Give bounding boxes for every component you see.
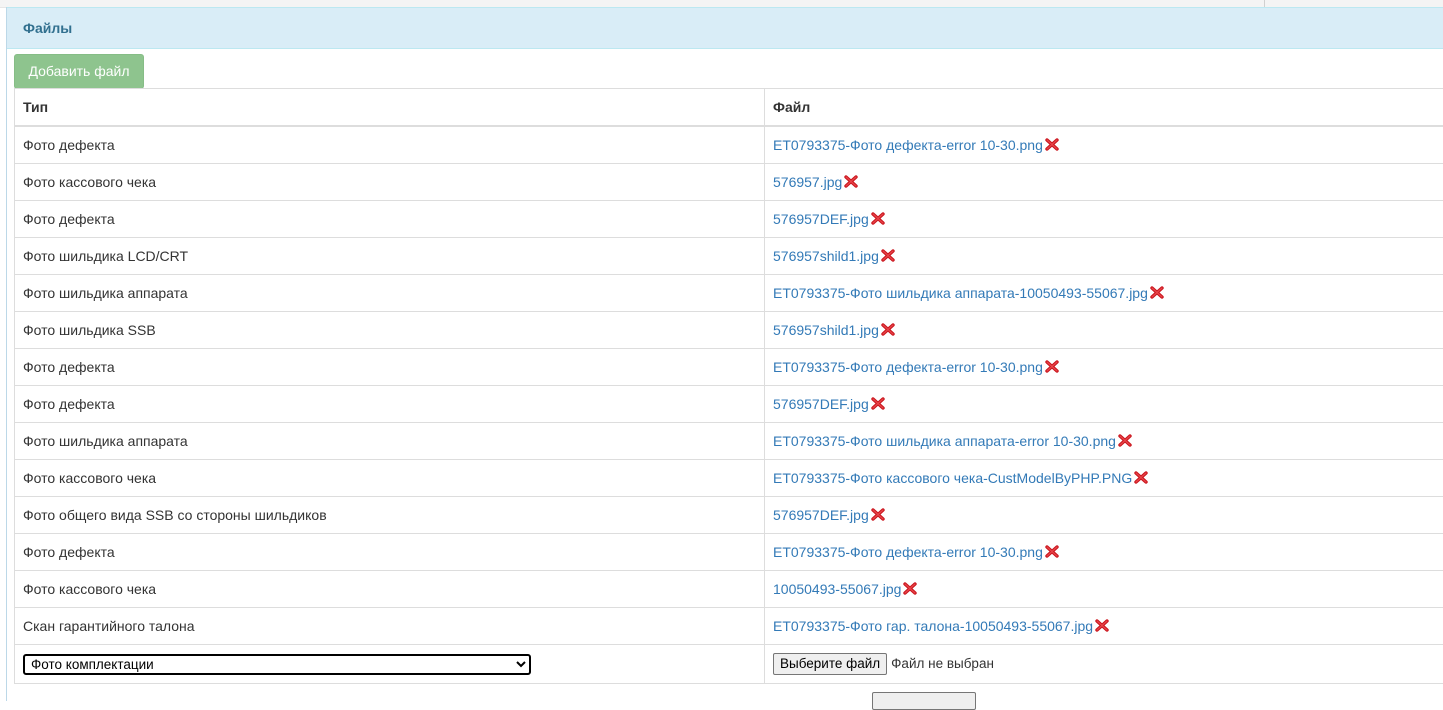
row-file-cell: ET0793375-Фото дефекта-error 10-30.png xyxy=(765,349,1443,386)
row-file-cell: 576957shild1.jpg xyxy=(765,238,1443,275)
delete-x-icon[interactable] xyxy=(1095,619,1109,635)
delete-x-icon[interactable] xyxy=(881,249,895,265)
row-file-cell: 10050493-55067.jpg xyxy=(765,571,1443,608)
row-type: Фото кассового чека xyxy=(15,460,765,497)
row-type: Фото кассового чека xyxy=(15,164,765,201)
row-file-cell: 576957DEF.jpg xyxy=(765,497,1443,534)
table-row: Фото дефекта 576957DEF.jpg xyxy=(15,201,1443,238)
table-row: Фото общего вида SSB со стороны шильдико… xyxy=(15,497,1443,534)
file-link[interactable]: 10050493-55067.jpg xyxy=(773,581,901,597)
file-link[interactable]: 576957DEF.jpg xyxy=(773,211,869,227)
panel-title: Файлы xyxy=(7,7,1443,49)
delete-x-icon[interactable] xyxy=(1150,286,1164,302)
table-row: Фото дефекта ET0793375-Фото дефекта-error… xyxy=(15,534,1443,571)
table-row: Фото дефекта 576957DEF.jpg xyxy=(15,386,1443,423)
file-link[interactable]: 576957DEF.jpg xyxy=(773,507,869,523)
table-row: Фото шильдика аппарата ET0793375-Фото шил… xyxy=(15,423,1443,460)
add-file-button[interactable]: Добавить файл xyxy=(14,54,144,89)
row-type: Фото шильдика аппарата xyxy=(15,423,765,460)
row-type: Фото дефекта xyxy=(15,534,765,571)
file-link[interactable]: 576957shild1.jpg xyxy=(773,248,879,264)
file-link[interactable]: ET0793375-Фото шильдика аппарата-1005049… xyxy=(773,285,1148,301)
file-link[interactable]: ET0793375-Фото шильдика аппарата-error 1… xyxy=(773,433,1116,449)
no-file-selected-text: Файл не выбран xyxy=(891,656,994,671)
file-link[interactable]: ET0793375-Фото дефекта-error 10-30.png xyxy=(773,359,1043,375)
delete-x-icon[interactable] xyxy=(1118,434,1132,450)
file-link[interactable]: 576957DEF.jpg xyxy=(773,396,869,412)
delete-x-icon[interactable] xyxy=(871,212,885,228)
table-row: Фото дефекта ET0793375-Фото дефекта-error… xyxy=(15,349,1443,386)
tab-edge xyxy=(1264,0,1265,7)
row-file-cell: ET0793375-Фото дефекта-error 10-30.png xyxy=(765,126,1443,164)
table-row: Фото шильдика аппарата ET0793375-Фото шил… xyxy=(15,275,1443,312)
row-type: Фото кассового чека xyxy=(15,571,765,608)
table-row: Скан гарантийного талона ET0793375-Фото г… xyxy=(15,608,1443,645)
row-type: Фото шильдика SSB xyxy=(15,312,765,349)
table-row: Фото кассового чека 10050493-55067.jpg xyxy=(15,571,1443,608)
table-row: Фото кассового чека ET0793375-Фото кассов… xyxy=(15,460,1443,497)
row-file-cell: ET0793375-Фото шильдика аппарата-error 1… xyxy=(765,423,1443,460)
row-type: Фото дефекта xyxy=(15,349,765,386)
row-file-cell: 576957DEF.jpg xyxy=(765,386,1443,423)
header-file: Файл xyxy=(765,89,1443,127)
table-row: Фото кассового чека 576957.jpg xyxy=(15,164,1443,201)
file-link[interactable]: ET0793375-Фото дефекта-error 10-30.png xyxy=(773,544,1043,560)
table-header-row: Тип Файл xyxy=(15,89,1443,127)
new-file-cell: Выберите файл Файл не выбран xyxy=(765,645,1443,684)
delete-x-icon[interactable] xyxy=(871,508,885,524)
row-type: Фото дефекта xyxy=(15,126,765,164)
row-file-cell: ET0793375-Фото шильдика аппарата-1005049… xyxy=(765,275,1443,312)
table-row: Фото шильдика LCD/CRT 576957shild1.jpg xyxy=(15,238,1443,275)
row-type: Скан гарантийного талона xyxy=(15,608,765,645)
row-type: Фото дефекта xyxy=(15,386,765,423)
new-type-cell: Фото комплектации xyxy=(15,645,765,684)
file-link[interactable]: 576957shild1.jpg xyxy=(773,322,879,338)
delete-x-icon[interactable] xyxy=(1045,138,1059,154)
delete-x-icon[interactable] xyxy=(1045,545,1059,561)
header-type: Тип xyxy=(15,89,765,127)
row-type: Фото шильдика аппарата xyxy=(15,275,765,312)
file-link[interactable]: ET0793375-Фото кассового чека-CustModelB… xyxy=(773,470,1132,486)
delete-x-icon[interactable] xyxy=(881,323,895,339)
choose-file-button[interactable]: Выберите файл xyxy=(773,653,887,675)
files-table: Тип Файл Фото дефекта ET0793375-Фото дефе… xyxy=(14,88,1443,684)
file-link[interactable]: 576957.jpg xyxy=(773,174,842,190)
row-type: Фото дефекта xyxy=(15,201,765,238)
delete-x-icon[interactable] xyxy=(871,397,885,413)
row-type: Фото шильдика LCD/CRT xyxy=(15,238,765,275)
file-link[interactable]: ET0793375-Фото гар. талона-10050493-5506… xyxy=(773,618,1093,634)
delete-x-icon[interactable] xyxy=(1134,471,1148,487)
upload-button[interactable] xyxy=(872,692,976,710)
row-file-cell: 576957DEF.jpg xyxy=(765,201,1443,238)
row-file-cell: ET0793375-Фото гар. талона-10050493-5506… xyxy=(765,608,1443,645)
table-row: Фото дефекта ET0793375-Фото дефекта-error… xyxy=(15,126,1443,164)
row-type: Фото общего вида SSB со стороны шильдико… xyxy=(15,497,765,534)
row-file-cell: ET0793375-Фото дефекта-error 10-30.png xyxy=(765,534,1443,571)
delete-x-icon[interactable] xyxy=(903,582,917,598)
delete-x-icon[interactable] xyxy=(844,175,858,191)
delete-x-icon[interactable] xyxy=(1045,360,1059,376)
file-type-select[interactable]: Фото комплектации xyxy=(23,654,531,675)
file-link[interactable]: ET0793375-Фото дефекта-error 10-30.png xyxy=(773,137,1043,153)
table-row: Фото шильдика SSB 576957shild1.jpg xyxy=(15,312,1443,349)
row-file-cell: 576957.jpg xyxy=(765,164,1443,201)
new-file-row: Фото комплектации Выберите файл Файл не в… xyxy=(15,645,1443,684)
row-file-cell: ET0793375-Фото кассового чека-CustModelB… xyxy=(765,460,1443,497)
row-file-cell: 576957shild1.jpg xyxy=(765,312,1443,349)
files-panel: Файлы Добавить файл Тип Файл Фото дефект… xyxy=(6,7,1443,701)
